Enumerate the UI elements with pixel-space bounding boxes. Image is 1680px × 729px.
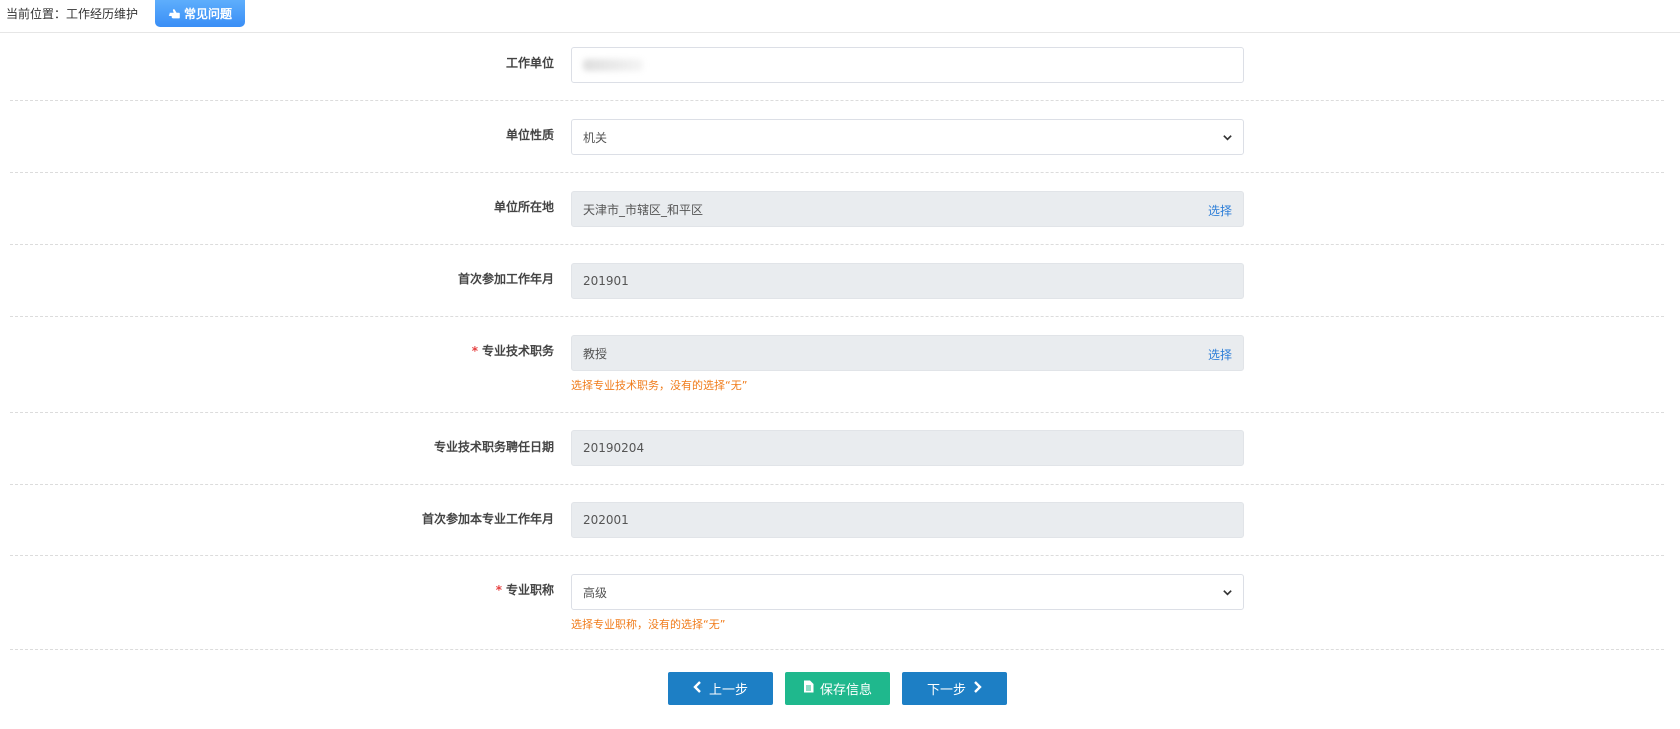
chevron-down-icon (1222, 587, 1233, 601)
document-icon (803, 680, 814, 697)
tech-position-date-label: 专业技术职务聘任日期 (433, 440, 554, 454)
chevron-right-icon (972, 680, 982, 697)
faq-button[interactable]: 常见问题 (155, 0, 245, 27)
first-professional-month-value: 202001 (583, 513, 629, 527)
employer-input[interactable] (571, 47, 1244, 83)
tech-position-label: * 专业技术职务 (471, 344, 554, 358)
employer-type-select[interactable]: 机关 (571, 119, 1244, 155)
employer-location-field: 天津市_市辖区_和平区 选择 (571, 191, 1244, 227)
professional-title-hint: 选择专业职称，没有的选择“无” (571, 618, 726, 631)
form-row-first-professional-month: 首次参加本专业工作年月 202001 (10, 485, 1664, 556)
faq-label: 常见问题 (183, 7, 232, 21)
tech-position-hint: 选择专业技术职务，没有的选择“无” (571, 379, 748, 392)
form-row-tech-position: * 专业技术职务 教授 选择 选择专业技术职务，没有的选择“无” (10, 317, 1664, 413)
required-mark: * (495, 583, 502, 597)
employer-location-select-link[interactable]: 选择 (1208, 202, 1232, 219)
form-row-employer: 工作单位 (10, 33, 1664, 101)
professional-title-value: 高级 (583, 585, 608, 600)
tech-position-date-field: 20190204 (571, 430, 1244, 466)
professional-title-label: * 专业职称 (495, 583, 554, 597)
employer-location-label: 单位所在地 (493, 200, 554, 214)
first-work-month-value: 201901 (583, 274, 629, 288)
save-button[interactable]: 保存信息 (785, 672, 890, 705)
form-row-professional-title: * 专业职称 高级 选择专业职称，没有的选择“无” (10, 556, 1664, 650)
breadcrumb: 当前位置：工作经历维护 (6, 6, 138, 22)
chevron-left-icon (693, 680, 703, 697)
prev-step-label: 上一步 (708, 683, 748, 698)
tech-position-field: 教授 选择 (571, 335, 1244, 371)
prev-step-button[interactable]: 上一步 (668, 672, 773, 705)
top-bar: 当前位置：工作经历维护 常见问题 (0, 0, 1680, 33)
first-professional-month-field: 202001 (571, 502, 1244, 538)
employer-label: 工作单位 (505, 56, 554, 70)
breadcrumb-prefix: 当前位置： (6, 7, 67, 21)
first-work-month-label: 首次参加工作年月 (457, 272, 554, 286)
next-step-button[interactable]: 下一步 (902, 672, 1007, 705)
save-label: 保存信息 (819, 683, 872, 698)
required-mark: * (471, 344, 478, 358)
employer-location-value: 天津市_市辖区_和平区 (583, 202, 704, 217)
redacted-value (583, 59, 643, 71)
form-row-tech-position-date: 专业技术职务聘任日期 20190204 (10, 413, 1664, 485)
form-row-first-work-month: 首次参加工作年月 201901 (10, 245, 1664, 317)
breadcrumb-current: 工作经历维护 (66, 7, 139, 21)
form-row-employer-location: 单位所在地 天津市_市辖区_和平区 选择 (10, 173, 1664, 245)
pointing-hand-icon (168, 7, 181, 20)
first-work-month-field: 201901 (571, 263, 1244, 299)
employer-type-value: 机关 (583, 130, 608, 145)
tech-position-date-value: 20190204 (583, 441, 645, 455)
first-professional-month-label: 首次参加本专业工作年月 (421, 512, 554, 526)
professional-title-select[interactable]: 高级 (571, 574, 1244, 610)
tech-position-value: 教授 (583, 346, 608, 361)
chevron-down-icon (1222, 132, 1233, 146)
employer-type-label: 单位性质 (505, 128, 554, 142)
form-row-employer-type: 单位性质 机关 (10, 101, 1664, 173)
next-step-label: 下一步 (926, 683, 966, 698)
tech-position-select-link[interactable]: 选择 (1208, 346, 1232, 363)
